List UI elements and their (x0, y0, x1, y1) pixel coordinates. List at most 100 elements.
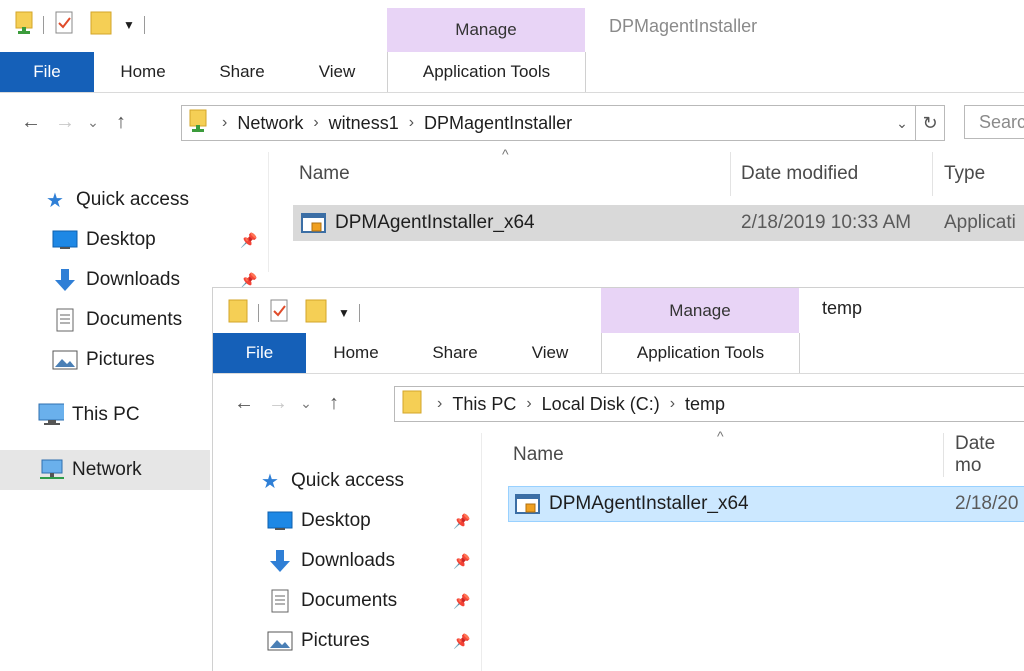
recent-locations-icon[interactable]: ⌄ (295, 386, 317, 420)
pin-icon[interactable]: 📌 (453, 513, 470, 530)
breadcrumb-chevron-icon[interactable]: › (222, 114, 227, 132)
nav-desktop[interactable]: Desktop 📌 (52, 220, 262, 260)
file-row[interactable]: DPMAgentInstaller_x64 2/18/2019 10:33 AM… (293, 205, 1024, 241)
pin-icon[interactable]: 📌 (453, 553, 470, 570)
tab-view[interactable]: View (515, 333, 585, 373)
tab-file[interactable]: File (213, 333, 306, 373)
file-date: 2/18/20 (955, 493, 1019, 514)
computer-icon (38, 402, 64, 428)
sort-ascending-icon: ^ (717, 428, 724, 444)
tab-share[interactable]: Share (419, 333, 491, 373)
tab-share[interactable]: Share (206, 52, 278, 92)
refresh-icon[interactable]: ↻ (916, 113, 944, 134)
column-type[interactable]: Type (944, 151, 985, 197)
new-folder-icon[interactable] (89, 10, 113, 41)
folder-icon (401, 389, 423, 420)
document-icon (267, 588, 293, 614)
breadcrumb-chevron-icon[interactable]: › (437, 395, 442, 413)
up-button[interactable]: ↑ (317, 386, 351, 420)
manage-contextual-header: Manage (387, 8, 585, 52)
properties-icon[interactable] (268, 298, 290, 329)
nav-desktop[interactable]: Desktop 📌 (267, 501, 477, 541)
pictures-icon (267, 628, 293, 654)
network-folder-icon (188, 108, 208, 139)
nav-quick-access[interactable]: ★ Quick access (42, 180, 189, 220)
nav-documents[interactable]: Documents 📌 (267, 581, 477, 621)
nav-label: Downloads (86, 269, 180, 290)
tab-view[interactable]: View (302, 52, 372, 92)
address-bar[interactable]: › Network › witness1 › DPMagentInstaller… (181, 105, 945, 141)
properties-icon[interactable] (53, 10, 75, 41)
tab-home[interactable]: Home (104, 52, 182, 92)
breadcrumb-chevron-icon[interactable]: › (670, 395, 675, 413)
breadcrumb-chevron-icon[interactable]: › (409, 114, 414, 132)
quick-access-toolbar: ▼ (14, 0, 154, 50)
nav-label: Documents (301, 590, 398, 611)
nav-pictures[interactable]: Pictures 📌 (267, 621, 477, 661)
column-date-modified[interactable]: Date modified (741, 151, 858, 197)
breadcrumb-chevron-icon[interactable]: › (526, 395, 531, 413)
back-button[interactable]: ← (14, 105, 48, 139)
pin-icon[interactable]: 📌 (240, 232, 257, 249)
pin-icon[interactable]: 📌 (453, 633, 470, 650)
recent-locations-icon[interactable]: ⌄ (82, 105, 104, 139)
breadcrumb-local-disk[interactable]: Local Disk (C:) (542, 394, 660, 415)
nav-label: Pictures (301, 630, 370, 651)
nav-documents[interactable]: Documents (52, 300, 182, 340)
customize-toolbar-chevron-icon[interactable]: ▼ (123, 18, 135, 32)
address-dropdown-icon[interactable]: ⌄ (889, 115, 915, 132)
nav-label: Desktop (301, 510, 371, 531)
nav-label: Documents (86, 309, 183, 330)
tab-application-tools[interactable]: Application Tools (601, 333, 800, 373)
file-name: DPMAgentInstaller_x64 (335, 212, 535, 233)
column-name[interactable]: Name (513, 432, 564, 478)
nav-label: Pictures (86, 349, 155, 370)
tab-application-tools[interactable]: Application Tools (387, 52, 586, 92)
forward-button[interactable]: → (261, 386, 295, 420)
sort-ascending-icon: ^ (502, 146, 509, 162)
customize-toolbar-chevron-icon[interactable]: ▼ (338, 306, 350, 320)
nav-downloads[interactable]: Downloads 📌 (267, 541, 477, 581)
nav-network[interactable]: Network (0, 450, 210, 490)
star-icon: ★ (46, 189, 64, 212)
search-box[interactable]: Search (964, 105, 1024, 139)
nav-label: Quick access (291, 470, 404, 491)
desktop-icon (267, 508, 293, 534)
manage-contextual-header: Manage (601, 288, 799, 333)
ribbon-tabs: File Home Share View Application Tools (0, 52, 1024, 93)
search-placeholder: Search (979, 111, 1024, 132)
breadcrumb-dpmagentinstaller[interactable]: DPMagentInstaller (424, 113, 572, 134)
network-folder-icon[interactable] (14, 10, 34, 41)
tab-file[interactable]: File (0, 52, 94, 92)
column-date-modified[interactable]: Date mo (955, 432, 1024, 478)
breadcrumb-temp[interactable]: temp (685, 394, 725, 415)
breadcrumb-this-pc[interactable]: This PC (452, 394, 516, 415)
file-row[interactable]: DPMAgentInstaller_x64 2/18/20 (508, 486, 1024, 522)
file-type: Applicati (944, 212, 1016, 233)
quick-access-toolbar: ▼ (227, 288, 369, 338)
document-icon (52, 307, 78, 333)
file-date: 2/18/2019 10:33 AM (741, 212, 912, 233)
back-button[interactable]: ← (227, 386, 261, 420)
ribbon-tabs: File Home Share View Application Tools (213, 333, 1024, 374)
folder-icon[interactable] (227, 297, 249, 330)
forward-button[interactable]: → (48, 105, 82, 139)
pin-icon[interactable]: 📌 (240, 272, 257, 289)
pin-icon[interactable]: 📌 (453, 593, 470, 610)
window-title: temp (822, 298, 863, 318)
pictures-icon (52, 347, 78, 373)
tab-home[interactable]: Home (317, 333, 395, 373)
breadcrumb-chevron-icon[interactable]: › (313, 114, 318, 132)
new-folder-icon[interactable] (304, 298, 328, 329)
explorer-window-temp: ▼ Manage temp File Home Share View Appli… (212, 287, 1024, 671)
up-button[interactable]: ↑ (104, 105, 138, 139)
column-name[interactable]: Name (299, 151, 350, 197)
nav-pane-divider (268, 152, 269, 272)
breadcrumb-witness1[interactable]: witness1 (329, 113, 399, 134)
address-bar[interactable]: › This PC › Local Disk (C:) › temp (394, 386, 1024, 422)
nav-pictures[interactable]: Pictures (52, 340, 155, 380)
breadcrumb-network[interactable]: Network (237, 113, 303, 134)
nav-quick-access[interactable]: ★ Quick access (257, 461, 404, 501)
nav-this-pc[interactable]: This PC (38, 395, 140, 435)
network-icon (38, 457, 64, 483)
